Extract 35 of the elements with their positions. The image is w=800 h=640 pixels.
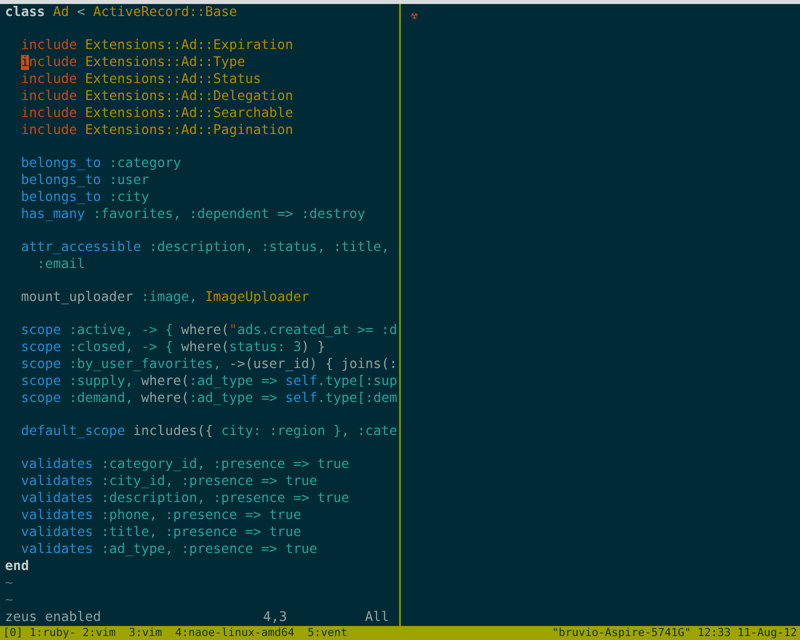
code-line: has_many :favorites, :dependent => :destroy: [21, 206, 366, 223]
code-line: belongs_to :city: [21, 189, 150, 206]
code-line: mount_uploader :image, ImageUploader: [21, 289, 310, 306]
code-line: scope :active, -> { where("ads.created_at >= :d: [21, 322, 398, 339]
code-line: include Extensions::Ad::Type: [21, 54, 246, 71]
code-line: validates :description, :presence => true: [21, 490, 350, 507]
code-line: end: [5, 558, 30, 575]
code-line: class Ad < ActiveRecord::Base: [5, 4, 238, 21]
code-line: validates :ad_type, :presence => true: [21, 541, 318, 558]
code-line: include Extensions::Ad::Pagination: [21, 122, 294, 139]
scroll-position: All: [364, 609, 389, 626]
status-message: zeus enabled: [5, 609, 102, 626]
code-line: default_scope includes({ city: :region }, :cate: [21, 423, 398, 440]
code-line: include Extensions::Ad::Searchable: [21, 105, 294, 122]
code-line: validates :city_id, :presence => true: [21, 473, 318, 490]
radiation-marker: ☢: [411, 9, 418, 22]
code-line: validates :phone, :presence => true: [21, 507, 302, 524]
empty-line-tilde: ~: [5, 592, 14, 609]
code-line: belongs_to :category: [21, 155, 182, 172]
code-line: include Extensions::Ad::Status: [21, 71, 262, 88]
code-line: validates :title, :presence => true: [21, 524, 302, 541]
tmux-host-clock: "bruvio-Aspire-5741G" 12:33 11-Aug-12: [552, 626, 797, 640]
code-line: scope :supply, where(:ad_type => self.type[:sup: [21, 373, 398, 390]
code-line: include Extensions::Ad::Delegation: [21, 88, 294, 105]
tmux-window-list: [0] 1:ruby- 2:vim 3:vim 4:naoe-linux-amd64 5:vent: [3, 626, 348, 640]
code-line: validates :category_id, :presence => true: [21, 456, 350, 473]
cursor-position: 4,3: [262, 609, 287, 626]
code-line: include Extensions::Ad::Expiration: [21, 37, 294, 54]
code-line: belongs_to :user: [21, 172, 150, 189]
code-line: :email: [37, 256, 86, 273]
code-line: scope :by_user_favorites, ->(user_id) { joins(:: [21, 356, 398, 373]
code-line: scope :demand, where(:ad_type => self.type[:dem: [21, 390, 398, 407]
code-line: scope :closed, -> { where(status: 3) }: [21, 339, 326, 356]
empty-line-tilde: ~: [5, 575, 14, 592]
code-line: attr_accessible :description, :status, :title,: [21, 239, 390, 256]
